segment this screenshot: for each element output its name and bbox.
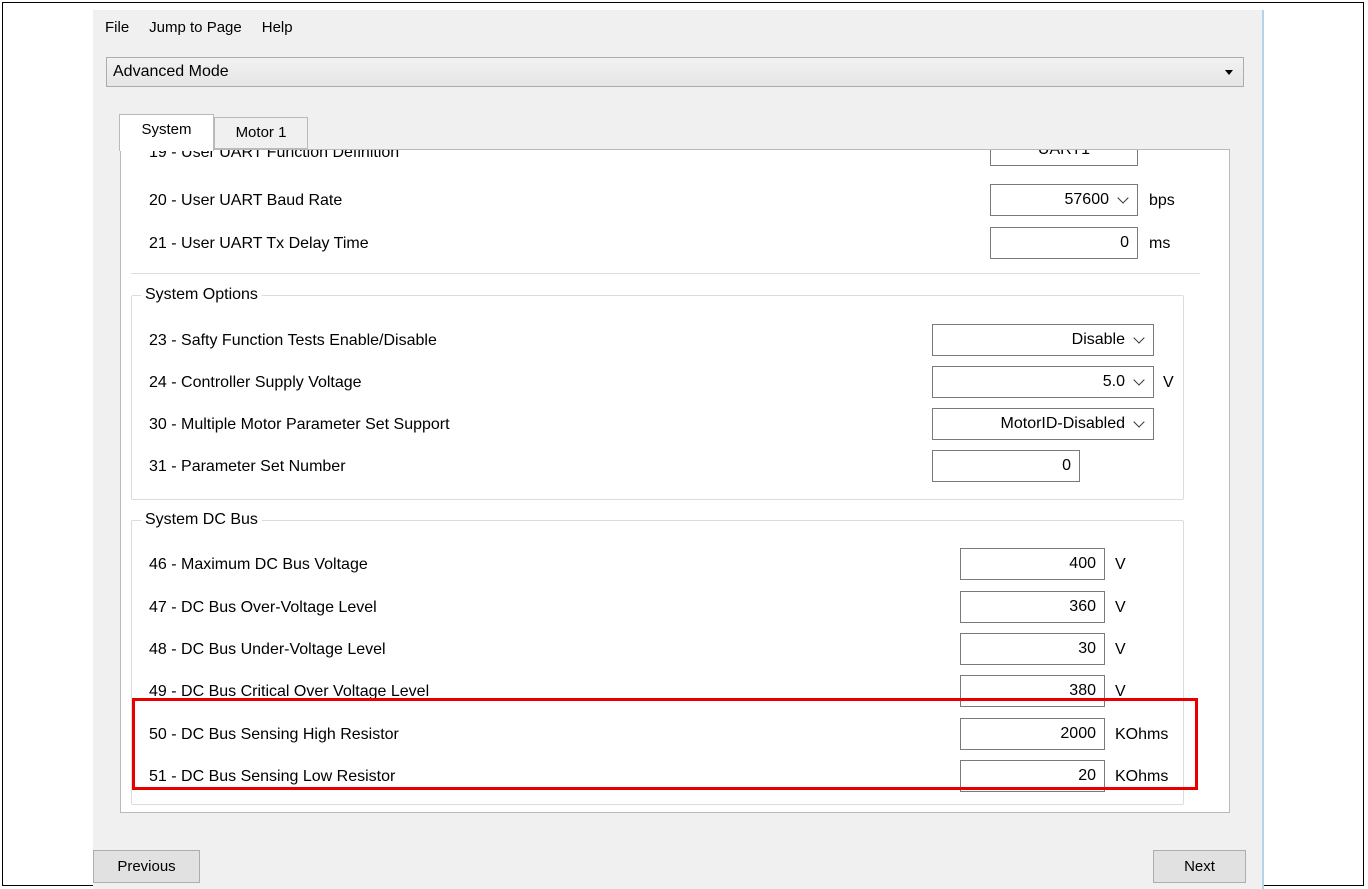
param-unit: ms bbox=[1149, 235, 1171, 252]
next-button[interactable]: Next bbox=[1153, 850, 1246, 883]
window-edge-line bbox=[1262, 10, 1264, 889]
param-value-dropdown[interactable]: 57600 bbox=[990, 184, 1138, 216]
param-value-field[interactable]: 2000 bbox=[960, 718, 1105, 750]
section-divider bbox=[131, 273, 1200, 274]
chevron-down-icon bbox=[1133, 332, 1145, 344]
param-value: MotorID-Disabled bbox=[1000, 415, 1125, 432]
chevron-down-icon bbox=[1133, 416, 1145, 428]
menu-jump-to-page[interactable]: Jump to Page bbox=[139, 16, 252, 40]
param-value-dropdown[interactable]: 5.0 bbox=[932, 366, 1154, 398]
param-label: 31 - Parameter Set Number bbox=[149, 458, 346, 475]
param-label: 24 - Controller Supply Voltage bbox=[149, 374, 362, 391]
param-unit: V bbox=[1115, 599, 1126, 616]
param-label: 46 - Maximum DC Bus Voltage bbox=[149, 556, 368, 573]
param-unit: KOhms bbox=[1115, 726, 1169, 743]
param-value-field[interactable]: 30 bbox=[960, 633, 1105, 665]
mode-dropdown-value: Advanced Mode bbox=[113, 63, 229, 80]
tab-system[interactable]: System bbox=[119, 114, 214, 151]
param-label: 23 - Safty Function Tests Enable/Disable bbox=[149, 332, 437, 349]
param-value: 57600 bbox=[1064, 191, 1110, 208]
previous-button[interactable]: Previous bbox=[93, 850, 200, 883]
param-label: 48 - DC Bus Under-Voltage Level bbox=[149, 641, 386, 658]
mode-dropdown[interactable]: Advanced Mode bbox=[106, 57, 1244, 87]
param-unit: bps bbox=[1149, 192, 1175, 209]
param-value-dropdown[interactable]: Disable bbox=[932, 324, 1154, 356]
param-value-field[interactable]: 400 bbox=[960, 548, 1105, 580]
group-title-system-options: System Options bbox=[141, 284, 262, 306]
chevron-down-icon bbox=[1133, 374, 1145, 386]
param-value: 5.0 bbox=[1102, 373, 1125, 390]
param-label: 21 - User UART Tx Delay Time bbox=[149, 235, 369, 252]
menu-bar: File Jump to Page Help bbox=[93, 16, 303, 40]
param-label: 49 - DC Bus Critical Over Voltage Level bbox=[149, 683, 430, 700]
param-unit: V bbox=[1115, 683, 1126, 700]
param-unit: V bbox=[1115, 556, 1126, 573]
tab-motor-1[interactable]: Motor 1 bbox=[214, 117, 308, 149]
param-value-field[interactable]: 380 bbox=[960, 675, 1105, 707]
app-window: File Jump to Page Help Advanced Mode Sys… bbox=[93, 10, 1263, 889]
menu-file[interactable]: File bbox=[93, 16, 139, 40]
param-unit: V bbox=[1115, 641, 1126, 658]
param-label: 47 - DC Bus Over-Voltage Level bbox=[149, 599, 377, 616]
param-value-field[interactable]: UART1 bbox=[990, 150, 1138, 166]
param-value: Disable bbox=[1071, 331, 1125, 348]
param-value-field[interactable]: 20 bbox=[960, 760, 1105, 792]
param-label: 20 - User UART Baud Rate bbox=[149, 192, 343, 209]
param-value-field[interactable]: 0 bbox=[932, 450, 1080, 482]
param-value-field[interactable]: 0 bbox=[990, 227, 1138, 259]
param-value-dropdown[interactable]: MotorID-Disabled bbox=[932, 408, 1154, 440]
param-label: 30 - Multiple Motor Parameter Set Suppor… bbox=[149, 416, 450, 433]
param-label: 19 - User UART Function Definition bbox=[149, 149, 400, 161]
param-label: 50 - DC Bus Sensing High Resistor bbox=[149, 726, 399, 743]
dropdown-arrow-icon bbox=[1225, 70, 1233, 75]
chevron-down-icon bbox=[1117, 192, 1129, 204]
param-label: 51 - DC Bus Sensing Low Resistor bbox=[149, 768, 396, 785]
param-unit: V bbox=[1163, 374, 1174, 391]
menu-help[interactable]: Help bbox=[252, 16, 303, 40]
group-title-system-dc-bus: System DC Bus bbox=[141, 509, 262, 531]
param-value-field[interactable]: 360 bbox=[960, 591, 1105, 623]
param-unit: KOhms bbox=[1115, 768, 1169, 785]
system-tab-panel: 19 - User UART Function Definition UART1… bbox=[120, 149, 1230, 813]
